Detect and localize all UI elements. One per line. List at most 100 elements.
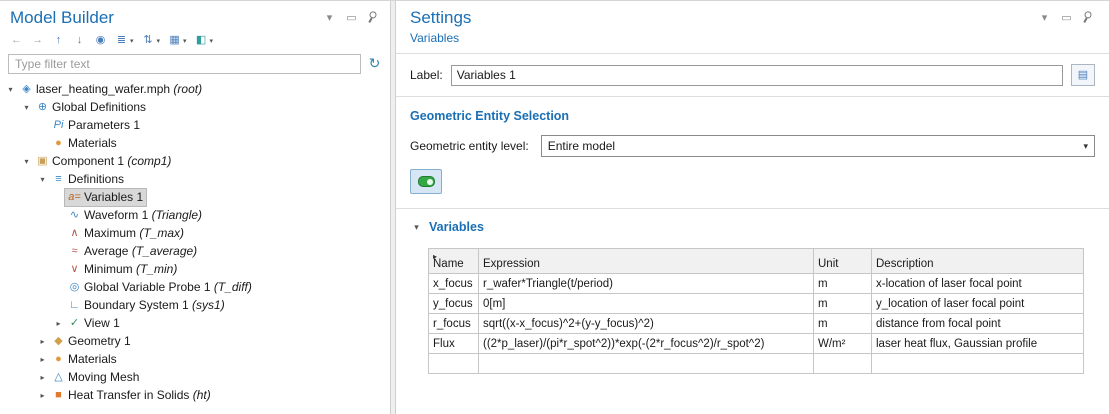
entity-level-select[interactable]: Entire model ▾ [541, 135, 1095, 157]
tree-item[interactable]: ▾⊕Global Definitions [0, 98, 390, 116]
variable-cell[interactable]: y_focus [429, 294, 479, 314]
forward-button[interactable]: → [29, 33, 46, 48]
move-down-button[interactable]: ↓ [71, 33, 88, 48]
tree-item[interactable]: ◎Global Variable Probe 1 (T_diff) [0, 278, 390, 296]
variable-cell[interactable]: y_location of laser focal point [872, 294, 1084, 314]
column-header-expression[interactable]: Expression [479, 249, 814, 274]
variable-cell[interactable]: m [814, 294, 872, 314]
expand-arrow-icon[interactable]: ▾ [36, 175, 49, 184]
back-button[interactable]: ← [8, 33, 25, 48]
variable-row[interactable]: Flux((2*p_laser)/(pi*r_spot^2))*exp(-(2*… [429, 334, 1084, 354]
variable-cell[interactable]: m [814, 274, 872, 294]
tree-item-label: Global Variable Probe 1 [84, 280, 211, 294]
model-builder-panel: Model Builder ▾▭ ←→↑↓◉≣▾⇅▾▦▾◧▾ ↻ ▾◈laser… [0, 1, 391, 414]
variable-row[interactable] [429, 354, 1084, 374]
variable-row[interactable]: r_focussqrt((x-x_focus)^2+(y-y_focus)^2)… [429, 314, 1084, 334]
variable-cell[interactable]: r_focus [429, 314, 479, 334]
entity-level-row: Geometric entity level: Entire model ▾ [410, 135, 1095, 157]
tree-item-label: Global Definitions [52, 100, 146, 114]
divider [396, 208, 1109, 209]
variable-cell[interactable]: Flux [429, 334, 479, 354]
variable-cell[interactable] [429, 354, 479, 374]
tree-item[interactable]: ▾▣Component 1 (comp1) [0, 152, 390, 170]
refresh-button[interactable]: ↻ [368, 57, 381, 71]
expand-arrow-icon[interactable]: ▸ [36, 391, 49, 400]
tree-item-box: ∨Minimum (T_min) [65, 261, 180, 278]
tree-item[interactable]: ∧Maximum (T_max) [0, 224, 390, 242]
tree-item[interactable]: a=Variables 1 [0, 188, 390, 206]
tree-item[interactable]: ▸△Moving Mesh [0, 368, 390, 386]
tree-item[interactable]: ●Materials [0, 134, 390, 152]
variable-cell[interactable]: laser heat flux, Gaussian profile [872, 334, 1084, 354]
pin-button[interactable] [367, 12, 380, 24]
float-button[interactable]: ▭ [1060, 12, 1073, 25]
tree-item-label: Variables 1 [84, 190, 143, 204]
expand-arrow-icon[interactable]: ▾ [4, 85, 17, 94]
variable-cell[interactable]: x_focus [429, 274, 479, 294]
move-up-button[interactable]: ↑ [50, 33, 67, 48]
variable-cell[interactable]: W/m² [814, 334, 872, 354]
pin-button[interactable] [1082, 12, 1095, 24]
row-marker-icon: ▸ [431, 250, 439, 263]
float-icon: ▭ [345, 12, 358, 25]
column-header-name[interactable]: ▸Name [429, 249, 479, 274]
variable-cell[interactable] [814, 354, 872, 374]
tag-display-button[interactable]: ◧▾ [193, 33, 216, 48]
tree-item-box: ●Materials [49, 351, 120, 368]
label-input[interactable] [451, 65, 1063, 86]
variable-cell[interactable]: distance from focal point [872, 314, 1084, 334]
variable-cell[interactable]: sqrt((x-x_focus)^2+(y-y_focus)^2) [479, 314, 814, 334]
tree-item[interactable]: ∟Boundary System 1 (sys1) [0, 296, 390, 314]
tree-item[interactable]: ▸◆Geometry 1 [0, 332, 390, 350]
show-more-button[interactable]: ▤ [1071, 64, 1095, 86]
tree-item-box: PiParameters 1 [49, 117, 143, 134]
model-builder-header: Model Builder ▾▭ [0, 1, 390, 28]
tree-item[interactable]: PiParameters 1 [0, 116, 390, 134]
show-icon: ◉ [94, 34, 107, 47]
tree-item[interactable]: ▸✓View 1 [0, 314, 390, 332]
float-button[interactable]: ▭ [345, 12, 358, 25]
variable-row[interactable]: x_focusr_wafer*Triangle(t/period)mx-loca… [429, 274, 1084, 294]
variable-cell[interactable]: 0[m] [479, 294, 814, 314]
tree-item[interactable]: ▾◈laser_heating_wafer.mph (root) [0, 80, 390, 98]
tree-item-box: ≈Average (T_average) [65, 243, 200, 260]
tree-item[interactable]: ▸■Heat Transfer in Solids (ht) [0, 386, 390, 404]
variable-cell[interactable]: m [814, 314, 872, 334]
tree-item-box: ⊕Global Definitions [33, 99, 149, 116]
variable-cell[interactable]: x-location of laser focal point [872, 274, 1084, 294]
tree-item-tag: (Triangle) [148, 208, 202, 222]
show-button[interactable]: ◉ [92, 33, 109, 48]
variable-row[interactable]: y_focus0[m]my_location of laser focal po… [429, 294, 1084, 314]
tree-item[interactable]: ▾≡Definitions [0, 170, 390, 188]
column-header-description[interactable]: Description [872, 249, 1084, 274]
columns-button[interactable]: ▦▾ [166, 33, 189, 48]
chevron-down-icon: ▾ [1083, 141, 1088, 152]
tree-item[interactable]: ∨Minimum (T_min) [0, 260, 390, 278]
tree-item-box: ●Materials [49, 135, 120, 152]
expand-arrow-icon[interactable]: ▾ [20, 157, 33, 166]
tree-item-label: Heat Transfer in Solids [68, 388, 189, 402]
node-order-button[interactable]: ⇅▾ [140, 33, 163, 48]
expand-arrow-icon[interactable]: ▸ [36, 355, 49, 364]
tree-item-label: laser_heating_wafer.mph [36, 82, 170, 96]
variable-cell[interactable] [872, 354, 1084, 374]
tree-item[interactable]: ∿Waveform 1 (Triangle) [0, 206, 390, 224]
collapse-expand-button[interactable]: ≣▾ [113, 33, 136, 48]
tree-item[interactable]: ≈Average (T_average) [0, 242, 390, 260]
expand-arrow-icon[interactable]: ▸ [52, 319, 65, 328]
expand-arrow-icon[interactable]: ▸ [36, 373, 49, 382]
active-selection-toggle[interactable] [410, 169, 442, 194]
dock-button[interactable]: ▾ [323, 12, 336, 25]
column-header-unit[interactable]: Unit [814, 249, 872, 274]
heat-transfer-icon: ■ [52, 389, 65, 402]
float-icon: ▭ [1060, 12, 1073, 25]
variable-cell[interactable]: r_wafer*Triangle(t/period) [479, 274, 814, 294]
filter-input[interactable] [8, 54, 361, 74]
expand-arrow-icon[interactable]: ▸ [36, 337, 49, 346]
section-collapse-button[interactable]: ▾ [410, 219, 423, 234]
dock-button[interactable]: ▾ [1038, 12, 1051, 25]
tree-item[interactable]: ▸●Materials [0, 350, 390, 368]
expand-arrow-icon[interactable]: ▾ [20, 103, 33, 112]
variable-cell[interactable]: ((2*p_laser)/(pi*r_spot^2))*exp(-(2*r_fo… [479, 334, 814, 354]
variable-cell[interactable] [479, 354, 814, 374]
